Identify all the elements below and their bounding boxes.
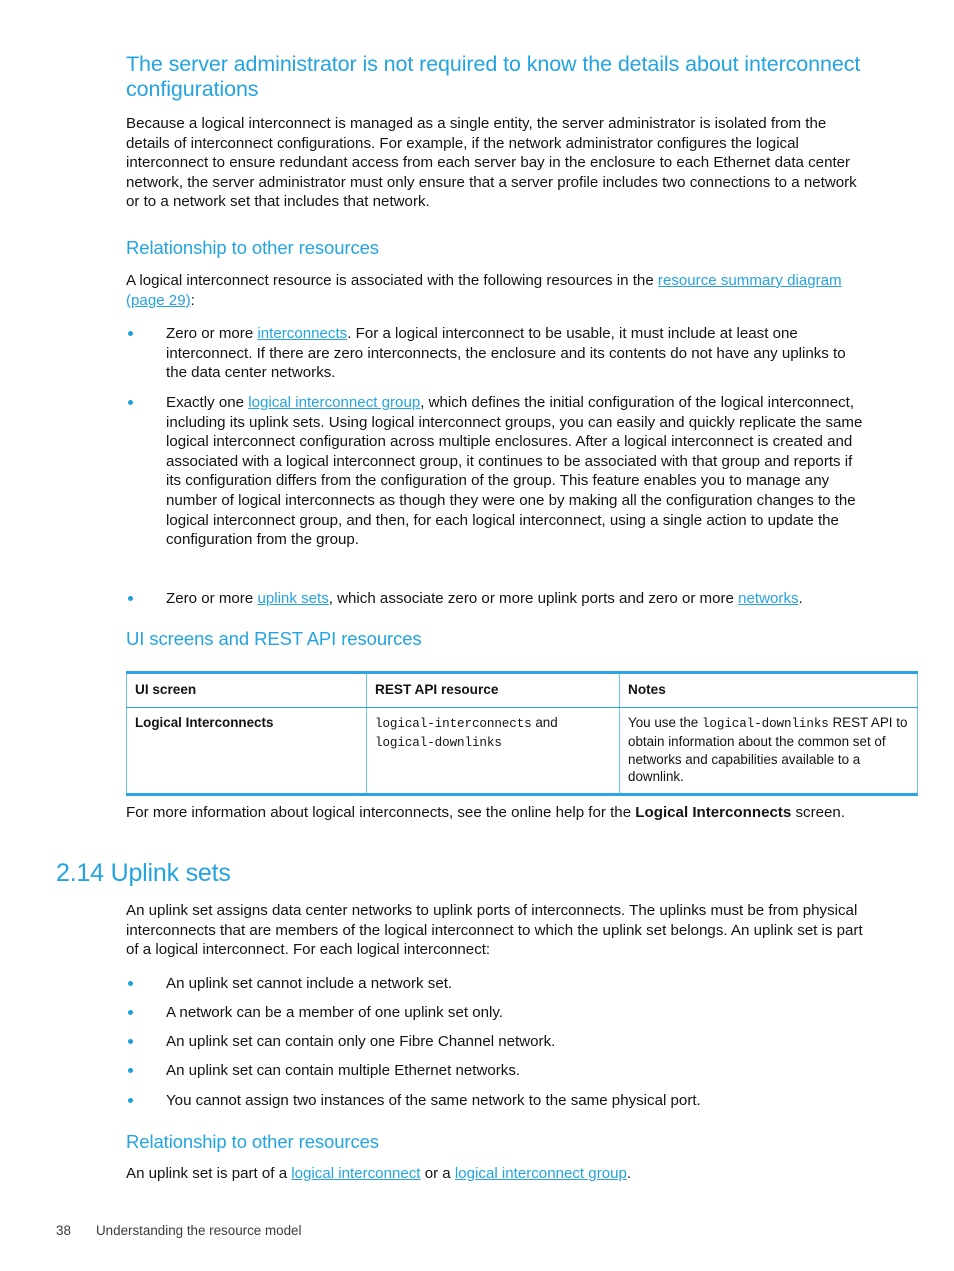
code-logical-interconnects: logical-interconnects bbox=[375, 716, 532, 731]
page-footer: 38 Understanding the resource model bbox=[56, 1223, 301, 1238]
table-header-row: UI screen REST API resource Notes bbox=[126, 671, 918, 708]
table-header-rest-api-resource: REST API resource bbox=[366, 671, 620, 708]
bullet-dot-icon bbox=[128, 1068, 133, 1073]
uplink-rel-text-mid: or a bbox=[420, 1165, 455, 1182]
list-item: A network can be a member of one uplink … bbox=[126, 1003, 870, 1023]
link-logical-interconnect-group[interactable]: logical interconnect group bbox=[248, 394, 420, 411]
link-networks[interactable]: networks bbox=[738, 590, 798, 607]
bullet-text: An uplink set cannot include a network s… bbox=[166, 975, 453, 992]
table-row: Logical Interconnects logical-interconne… bbox=[126, 707, 918, 796]
bullet-dot-icon bbox=[128, 1010, 133, 1015]
uplink-relationship-paragraph: An uplink set is part of a logical inter… bbox=[126, 1164, 870, 1184]
section-heading-2-14: 2.14 Uplink sets bbox=[56, 859, 231, 887]
bullet-dot-icon bbox=[128, 400, 133, 405]
bullet-text: An uplink set can contain multiple Ether… bbox=[166, 1062, 521, 1079]
lead-text-a: A logical interconnect resource is assoc… bbox=[126, 272, 658, 289]
topic-heading: The server administrator is not required… bbox=[126, 52, 861, 101]
list-item: An uplink set cannot include a network s… bbox=[126, 974, 870, 994]
list-item: Zero or more uplink sets, which associat… bbox=[126, 589, 870, 609]
uplink-sets-intro-paragraph: An uplink set assigns data center networ… bbox=[126, 902, 863, 959]
bullet-dot-icon bbox=[128, 1098, 133, 1103]
notes-text-pre: You use the bbox=[628, 714, 702, 730]
relationship-heading-2: Relationship to other resources bbox=[126, 1131, 379, 1152]
uplink-rel-text-b: . bbox=[626, 1165, 632, 1182]
cell-ui-screen: Logical Interconnects bbox=[126, 707, 367, 796]
bullet-text-post: , which defines the initial configuratio… bbox=[166, 394, 863, 549]
table-header-notes: Notes bbox=[619, 671, 918, 708]
more-info-text-b: screen. bbox=[791, 804, 846, 821]
link-logical-interconnect-group-2[interactable]: logical interconnect group bbox=[455, 1165, 627, 1182]
bullet-dot-icon bbox=[128, 1039, 133, 1044]
list-item: Zero or more interconnects. For a logica… bbox=[126, 324, 870, 383]
bullet-text-post2: . bbox=[798, 590, 803, 607]
associated-resources-lead: A logical interconnect resource is assoc… bbox=[126, 271, 870, 310]
link-interconnects[interactable]: interconnects bbox=[257, 325, 347, 342]
list-item: An uplink set can contain multiple Ether… bbox=[126, 1061, 870, 1081]
uplink-rel-text-a: An uplink set is part of a bbox=[126, 1165, 292, 1182]
bullet-text: An uplink set can contain only one Fibre… bbox=[166, 1033, 556, 1050]
bullet-dot-icon bbox=[128, 981, 133, 986]
bullet-text: You cannot assign two instances of the s… bbox=[166, 1092, 701, 1109]
cell-rest-api-resource: logical-interconnects and logical-downli… bbox=[366, 707, 620, 796]
table-header-ui-screen: UI screen bbox=[126, 671, 367, 708]
bullet-text: A network can be a member of one uplink … bbox=[166, 1004, 503, 1021]
more-info-text-a: For more information about logical inter… bbox=[126, 804, 636, 821]
bullet-text-pre: Zero or more bbox=[166, 325, 258, 342]
code-logical-downlinks-notes: logical-downlinks bbox=[701, 716, 829, 731]
ui-screens-table: UI screen REST API resource Notes Logica… bbox=[126, 671, 918, 796]
document-page: The server administrator is not required… bbox=[0, 0, 954, 1271]
footer-page-number: 38 bbox=[56, 1223, 71, 1238]
bullet-text-pre: Exactly one bbox=[166, 394, 249, 411]
lead-text-b: : bbox=[190, 291, 195, 309]
code-logical-downlinks: logical-downlinks bbox=[375, 736, 502, 751]
bullet-dot-icon bbox=[128, 331, 133, 336]
intro-paragraph: Because a logical interconnect is manage… bbox=[126, 115, 857, 211]
link-logical-interconnect[interactable]: logical interconnect bbox=[291, 1165, 420, 1182]
ui-screens-heading: UI screens and REST API resources bbox=[126, 628, 422, 649]
cell-join-text: and bbox=[531, 714, 558, 730]
bullet-text-pre: Zero or more bbox=[166, 590, 258, 607]
more-information-paragraph: For more information about logical inter… bbox=[126, 803, 870, 823]
link-uplink-sets[interactable]: uplink sets bbox=[257, 590, 328, 607]
footer-chapter-title: Understanding the resource model bbox=[96, 1223, 302, 1238]
list-item: Exactly one logical interconnect group, … bbox=[126, 393, 870, 550]
cell-notes: You use the logical-downlinks REST API t… bbox=[619, 707, 918, 796]
list-item: An uplink set can contain only one Fibre… bbox=[126, 1032, 870, 1052]
bullet-text-post: , which associate zero or more uplink po… bbox=[328, 590, 739, 607]
more-info-bold-screen-name: Logical Interconnects bbox=[635, 804, 792, 821]
list-item: You cannot assign two instances of the s… bbox=[126, 1091, 870, 1111]
relationship-heading-1: Relationship to other resources bbox=[126, 237, 379, 258]
bullet-dot-icon bbox=[128, 596, 133, 601]
